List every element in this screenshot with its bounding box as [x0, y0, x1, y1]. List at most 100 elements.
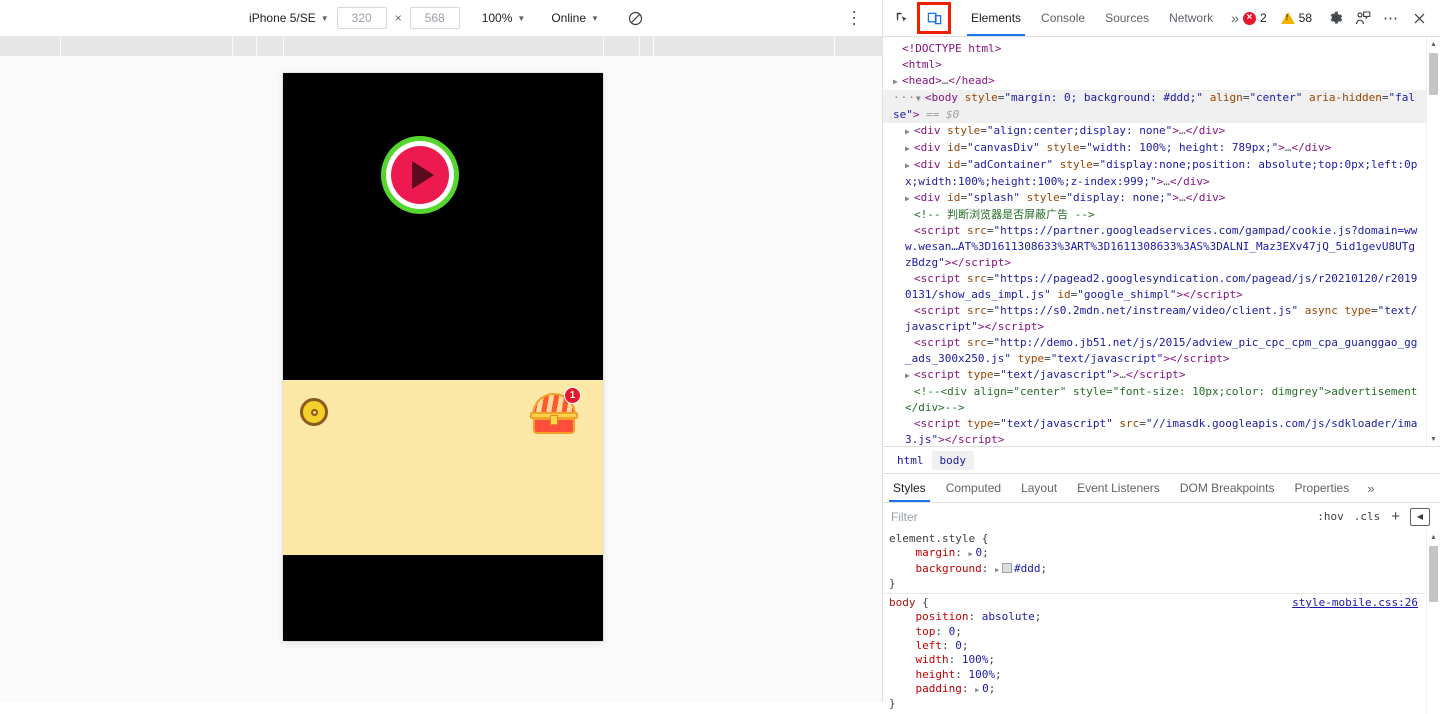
game-screen-top-area — [283, 73, 603, 380]
horizontal-dots-icon[interactable]: ⋯ — [1378, 5, 1404, 31]
plus-icon[interactable]: + — [1385, 509, 1406, 524]
cls-button[interactable]: .cls — [1349, 508, 1386, 525]
coin-icon[interactable] — [300, 398, 328, 426]
user-feedback-icon[interactable] — [1350, 5, 1376, 31]
dom-tree-node[interactable]: <!--<div align="center" style="font-size… — [883, 384, 1426, 416]
css-declaration[interactable]: position: absolute; — [883, 610, 1440, 624]
breadcrumb-item-body[interactable]: body — [931, 450, 974, 470]
css-declaration[interactable]: background: ▶ #ddd; — [883, 562, 1440, 577]
error-badge[interactable]: × 2 — [1241, 11, 1269, 25]
tab-elements-label: Elements — [971, 11, 1022, 25]
dom-tree-node[interactable]: ▶ <script type="text/javascript">…</scrip… — [883, 367, 1426, 384]
dom-tree-node[interactable]: ▶ <div id="splash" style="display: none;"… — [883, 190, 1426, 207]
chevron-double-right-icon[interactable]: » — [1359, 474, 1382, 502]
close-icon[interactable] — [1406, 5, 1432, 31]
dom-tree-scrollbar[interactable]: ▲ ▼ — [1426, 37, 1440, 446]
breadcrumb: html body — [883, 446, 1440, 473]
scroll-up-icon[interactable]: ▲ — [1427, 530, 1440, 544]
css-rules-list[interactable]: element.style { margin: ▶ 0; background: … — [883, 530, 1440, 714]
play-button[interactable] — [381, 136, 459, 214]
css-rule-selector[interactable]: element.style { — [883, 532, 1440, 546]
tab-styles[interactable]: Styles — [883, 474, 936, 502]
dom-tree-node[interactable]: <script src="http://demo.jb51.net/js/201… — [883, 335, 1426, 367]
network-throttle-selector[interactable]: Online ▼ — [545, 8, 605, 28]
tab-layout[interactable]: Layout — [1011, 474, 1067, 502]
scroll-down-icon[interactable]: ▼ — [1427, 432, 1440, 446]
styles-sidebar-tabbar: Styles Computed Layout Event Listeners D… — [883, 473, 1440, 502]
dom-tree-node[interactable]: <html> — [883, 57, 1426, 73]
dom-tree-node[interactable]: ···▼ <body style="margin: 0; background: … — [883, 90, 1426, 123]
css-rules-scrollbar[interactable]: ▲ — [1426, 530, 1440, 714]
zoom-selector[interactable]: 100% ▼ — [476, 8, 532, 28]
tab-sources-label: Sources — [1105, 11, 1150, 25]
styles-filter-input[interactable] — [887, 506, 1313, 527]
css-rule-close-brace: } — [889, 697, 896, 711]
warning-badge[interactable]: 58 — [1279, 11, 1314, 25]
styles-filter-row: :hov .cls + ◀ — [883, 502, 1440, 530]
device-selector[interactable]: iPhone 5/SE ▼ — [243, 8, 335, 28]
css-rule[interactable]: style-mobile.css:26 body { position: abso… — [883, 593, 1440, 713]
css-rule[interactable]: element.style { margin: ▶ 0; background: … — [883, 530, 1440, 593]
devtools-tab-list: Elements Console Sources Network » — [961, 0, 1247, 36]
network-throttle-label: Online — [551, 11, 587, 25]
error-icon: × — [1242, 11, 1256, 25]
dom-tree-node[interactable]: ▶ <div id="adContainer" style="display:no… — [883, 157, 1426, 190]
dom-tree-node[interactable]: ▶ <div style="align:center;display: none"… — [883, 123, 1426, 140]
dom-tree-node[interactable]: <script src="https://s0.2mdn.net/instrea… — [883, 303, 1426, 335]
tab-dom-breakpoints-label: DOM Breakpoints — [1179, 481, 1275, 495]
show-sidebar-icon[interactable]: ◀ — [1410, 507, 1430, 526]
device-toolbar-more-options-button[interactable]: ⋮ — [842, 6, 866, 30]
css-declaration[interactable]: left: 0; — [883, 639, 1440, 653]
tab-event-listeners[interactable]: Event Listeners — [1067, 474, 1170, 502]
dom-tree-content[interactable]: <!DOCTYPE html> <html> ▶ <head>…</head> ···▼… — [883, 37, 1426, 446]
tab-properties-label: Properties — [1294, 481, 1350, 495]
toggle-device-toolbar-icon — [927, 12, 941, 24]
error-count: 2 — [1259, 11, 1267, 25]
hov-button[interactable]: :hov — [1312, 508, 1349, 525]
device-selector-label: iPhone 5/SE — [249, 11, 316, 25]
game-screen-content-area: 1 — [283, 380, 603, 555]
vertical-dots-icon: ⋮ — [846, 8, 862, 28]
tab-properties[interactable]: Properties — [1285, 474, 1360, 502]
inspect-element-icon[interactable] — [889, 5, 915, 31]
toggle-device-toolbar-button[interactable] — [917, 2, 951, 34]
css-scrollbar-thumb[interactable] — [1429, 546, 1438, 602]
dom-tree-node[interactable]: <script src="https://pagead2.googlesyndi… — [883, 271, 1426, 303]
tab-computed-label: Computed — [945, 481, 1002, 495]
viewport-width-input[interactable]: 320 — [336, 7, 387, 29]
tab-computed[interactable]: Computed — [936, 474, 1011, 502]
css-declaration[interactable]: top: 0; — [883, 625, 1440, 639]
css-rule-close-brace: } — [889, 576, 896, 590]
devtools-tabbar: Elements Console Sources Network » × 2 5… — [883, 0, 1440, 37]
css-rule-source-link[interactable]: style-mobile.css:26 — [1292, 596, 1418, 610]
dom-tree-node[interactable]: <!-- 判断浏览器是否屏蔽广告 --> — [883, 207, 1426, 223]
breadcrumb-item-html[interactable]: html — [889, 451, 932, 470]
css-declaration[interactable]: padding: ▶ 0; — [883, 682, 1440, 697]
tab-sources[interactable]: Sources — [1095, 0, 1159, 36]
dom-tree-node[interactable]: ▶ <head>…</head> — [883, 73, 1426, 90]
treasure-chest-icon[interactable]: 1 — [528, 387, 581, 435]
chevron-down-icon: ▼ — [320, 14, 329, 23]
dom-tree-node[interactable]: <script type="text/javascript" src="//im… — [883, 416, 1426, 446]
dom-tree-node[interactable]: <!DOCTYPE html> — [883, 41, 1426, 57]
css-declaration[interactable]: margin: ▶ 0; — [883, 546, 1440, 561]
viewport-height-input[interactable]: 568 — [409, 7, 460, 29]
tab-event-listeners-label: Event Listeners — [1077, 481, 1160, 495]
emulated-device-viewport[interactable]: 1 — [283, 73, 603, 641]
dom-tree-panel[interactable]: <!DOCTYPE html> <html> ▶ <head>…</head> ···▼… — [883, 37, 1440, 446]
css-rules-area: element.style { margin: ▶ 0; background: … — [883, 530, 1440, 714]
dom-scrollbar-thumb[interactable] — [1429, 53, 1438, 95]
dom-tree-node[interactable]: ▶ <div id="canvasDiv" style="width: 100%;… — [883, 140, 1426, 157]
gear-icon[interactable] — [1322, 5, 1348, 31]
dom-tree-node[interactable]: <script src="https://partner.googleadser… — [883, 223, 1426, 271]
no-throttling-icon[interactable] — [623, 6, 649, 30]
tab-network[interactable]: Network — [1159, 0, 1223, 36]
css-declaration[interactable]: width: 100%; — [883, 653, 1440, 667]
css-declaration[interactable]: height: 100%; — [883, 668, 1440, 682]
scroll-up-icon[interactable]: ▲ — [1427, 37, 1440, 51]
tab-console[interactable]: Console — [1031, 0, 1095, 36]
tab-dom-breakpoints[interactable]: DOM Breakpoints — [1170, 474, 1285, 502]
tab-elements[interactable]: Elements — [961, 0, 1031, 36]
tab-layout-label: Layout — [1021, 481, 1058, 495]
warning-count: 58 — [1298, 11, 1312, 25]
